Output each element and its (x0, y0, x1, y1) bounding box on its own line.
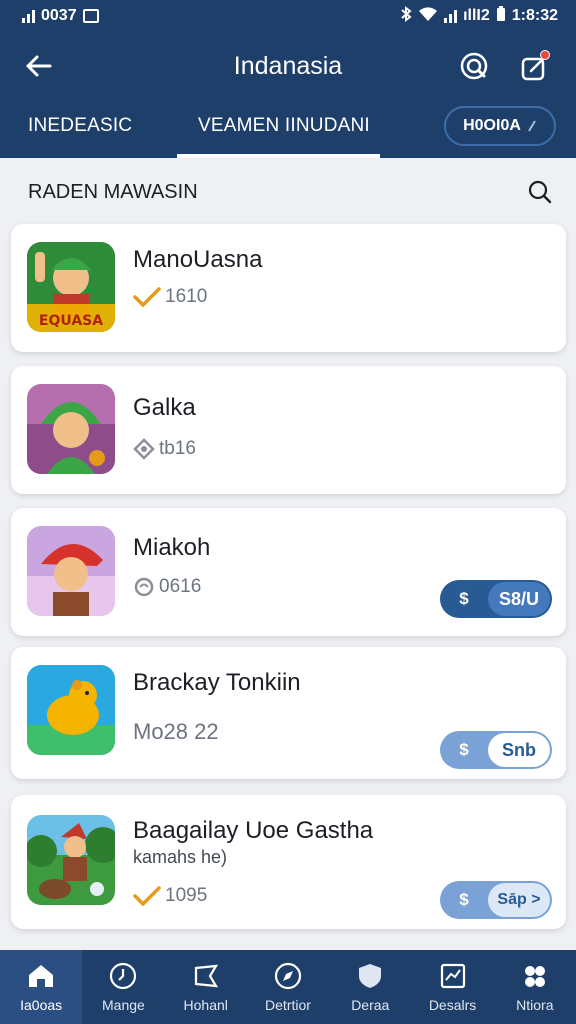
app-name: Baagailay Uoe Gastha (133, 817, 374, 844)
app-icon-red-cap (27, 526, 115, 616)
app-card[interactable]: Miakoh 0616 $ S8/U (11, 508, 566, 636)
app-meta: tb16 (133, 438, 196, 460)
chart-icon (438, 961, 468, 991)
status-bar: 0037 ıllI2 1:8:32 (0, 0, 576, 32)
app-icon-forest-hunter (27, 815, 115, 905)
nav-label: Detrtior (265, 997, 311, 1013)
app-meta-text: 0616 (159, 576, 202, 597)
people-icon (520, 961, 550, 991)
nav-label: Ntiora (516, 997, 554, 1013)
bluetooth-icon (400, 5, 412, 27)
app-meta-text: Mo28 22 (133, 719, 219, 744)
tab-bar: INEDEASIC VEAMEN IINUDANI H0OI0A (0, 100, 576, 158)
tab-3-label: H0OI0A (463, 117, 521, 134)
app-icon-green-hood (27, 384, 115, 474)
toggle-right-label: Sāp > (488, 883, 550, 917)
tag-icon (133, 438, 155, 460)
app-icon-green-warrior: EQUASA (27, 242, 115, 332)
cell-signal-icon (444, 9, 458, 23)
shield-icon (355, 961, 385, 991)
nav-mange[interactable]: Mange (82, 950, 164, 1024)
tab-3-pill[interactable]: H0OI0A (444, 106, 556, 146)
header: 0037 ıllI2 1:8:32 Indanasia INEDEASIC VE… (0, 0, 576, 158)
gallery-icon (82, 9, 99, 23)
toggle-left-label: $ (459, 740, 469, 759)
nav-deraa[interactable]: Deraa (329, 950, 411, 1024)
nav-label: Ia0oas (20, 997, 63, 1013)
status-right-text: ıllI2 (463, 7, 490, 24)
app-name: ManoUasna (133, 246, 263, 273)
app-card[interactable]: Brackay Tonkiin Mo28 22 $ Snb (11, 647, 566, 779)
tab-2-active[interactable]: VEAMEN IINUDANI (198, 115, 370, 137)
price-toggle[interactable]: $ S8/U (440, 580, 552, 618)
wifi-icon (418, 6, 438, 27)
toggle-right-label: S8/U (488, 582, 550, 616)
toggle-left-label: $ (459, 589, 469, 608)
app-name: Galka (133, 394, 196, 421)
app-card[interactable]: Galka tb16 (11, 366, 566, 494)
clock-icon (108, 961, 138, 991)
nav-hohanl[interactable]: Hohanl (165, 950, 247, 1024)
bottom-nav: Ia0oas Mange Hohanl Detrtior Deraa Desal… (0, 950, 576, 1024)
nav-label: Hohanl (183, 997, 228, 1013)
app-name: Brackay Tonkiin (133, 669, 301, 696)
nav-home[interactable]: Ia0oas (0, 950, 83, 1024)
check-icon (133, 886, 161, 906)
toggle-right-label: Snb (488, 733, 550, 767)
status-time: 1:8:32 (511, 7, 558, 24)
nav-ntiora[interactable]: Ntiora (494, 950, 576, 1024)
app-icon-yellow-bear (27, 665, 115, 755)
status-left-text: 0037 (41, 7, 77, 24)
notification-badge (540, 50, 550, 60)
nav-detrtior[interactable]: Detrtior (247, 950, 329, 1024)
app-meta-text: tb16 (159, 438, 196, 459)
home-icon (26, 961, 56, 991)
search-icon (460, 52, 488, 80)
nav-desalrs[interactable]: Desalrs (411, 950, 493, 1024)
search-icon (528, 180, 552, 204)
app-meta: Mo28 22 (133, 719, 219, 745)
app-meta-text: 1095 (165, 885, 208, 906)
section-title: RADEN MAWASIN (28, 181, 198, 203)
app-card[interactable]: Baagailay Uoe Gastha kamahs he) 1095 $ S… (11, 795, 566, 929)
svg-text:EQUASA: EQUASA (39, 313, 103, 329)
toggle-left-label: $ (459, 890, 469, 909)
refresh-icon (134, 577, 154, 597)
active-tab-indicator (177, 154, 380, 158)
chevron-right-icon (528, 120, 536, 132)
app-meta: 1610 (133, 286, 207, 308)
app-meta: 1095 (133, 885, 207, 907)
signal-icon (22, 9, 35, 23)
section-search-button[interactable] (524, 176, 556, 208)
app-card[interactable]: EQUASA ManoUasna 1610 (11, 224, 566, 352)
app-meta-text: 1610 (165, 286, 208, 307)
nav-label: Desalrs (428, 997, 477, 1013)
compose-button[interactable] (514, 46, 556, 88)
nav-label: Mange (102, 997, 145, 1013)
app-bar: Indanasia (0, 36, 576, 96)
app-meta: 0616 (133, 576, 201, 598)
price-toggle[interactable]: $ Snb (440, 731, 552, 769)
price-toggle[interactable]: $ Sāp > (440, 881, 552, 919)
flag-icon (191, 961, 221, 991)
check-icon (133, 287, 161, 307)
search-button[interactable] (454, 46, 496, 88)
tab-1[interactable]: INEDEASIC (28, 115, 132, 137)
nav-label: Deraa (351, 997, 390, 1013)
app-name: Miakoh (133, 534, 211, 561)
compass-icon (273, 961, 303, 991)
app-subtitle: kamahs he) (133, 847, 228, 867)
battery-icon (496, 5, 506, 27)
